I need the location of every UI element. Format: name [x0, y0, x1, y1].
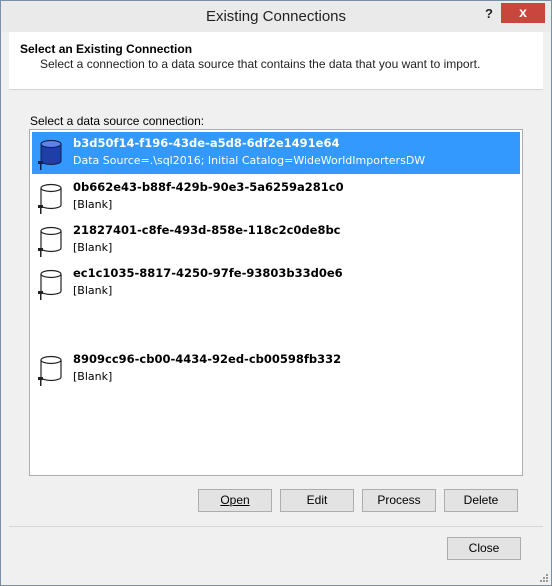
separator	[9, 526, 543, 527]
list-item[interactable]: ec1c1035-8817-4250-97fe-93803b33d0e6 [Bl…	[32, 262, 520, 304]
header-title: Select an Existing Connection	[20, 42, 193, 56]
window-title: Existing Connections	[205, 8, 347, 25]
connection-name: 0b662e43-b88f-429b-90e3-5a6259a281c0	[73, 180, 344, 194]
resize-grip-icon[interactable]	[539, 573, 549, 583]
connection-list-label: Select a data source connection:	[30, 114, 205, 128]
database-icon	[38, 269, 62, 300]
title-bar[interactable]: Existing Connections ? x	[1, 1, 551, 32]
list-item[interactable]: 0b662e43-b88f-429b-90e3-5a6259a281c0 [Bl…	[32, 176, 520, 218]
process-button[interactable]: Process	[362, 489, 436, 512]
connection-detail: [Blank]	[73, 198, 113, 211]
connection-name: b3d50f14-f196-43de-a5d8-6df2e1491e64	[73, 136, 340, 150]
header-panel: Select an Existing Connection Select a c…	[9, 32, 543, 90]
connection-name: 21827401-c8fe-493d-858e-118c2c0de8bc	[73, 223, 341, 237]
window-close-button[interactable]: x	[501, 3, 545, 23]
help-button[interactable]: ?	[479, 4, 499, 24]
open-button[interactable]: Open	[198, 489, 272, 512]
database-icon	[38, 226, 62, 257]
connection-name: ec1c1035-8817-4250-97fe-93803b33d0e6	[73, 266, 343, 280]
connection-name: 8909cc96-cb00-4434-92ed-cb00598fb332	[73, 352, 342, 366]
list-item[interactable]: 21827401-c8fe-493d-858e-118c2c0de8bc [Bl…	[32, 219, 520, 261]
database-icon	[38, 183, 62, 214]
edit-button[interactable]: Edit	[280, 489, 354, 512]
connection-detail: [Blank]	[73, 284, 113, 297]
connection-detail: [Blank]	[73, 370, 113, 383]
close-button[interactable]: Close	[447, 537, 521, 560]
database-icon	[38, 355, 62, 386]
list-item[interactable]: 8909cc96-cb00-4434-92ed-cb00598fb332 [Bl…	[32, 348, 520, 390]
header-subtitle: Select a connection to a data source tha…	[40, 57, 481, 71]
connection-detail: Data Source=.\sql2016; Initial Catalog=W…	[73, 154, 426, 167]
delete-button[interactable]: Delete	[444, 489, 518, 512]
list-item[interactable]: b3d50f14-f196-43de-a5d8-6df2e1491e64 Dat…	[32, 132, 520, 174]
connection-list[interactable]: b3d50f14-f196-43de-a5d8-6df2e1491e64 Dat…	[29, 129, 523, 476]
connection-detail: [Blank]	[73, 241, 113, 254]
existing-connections-dialog: Existing Connections ? x Select an Exist…	[0, 0, 552, 586]
database-icon	[38, 140, 62, 170]
open-button-label: Open	[220, 493, 250, 507]
